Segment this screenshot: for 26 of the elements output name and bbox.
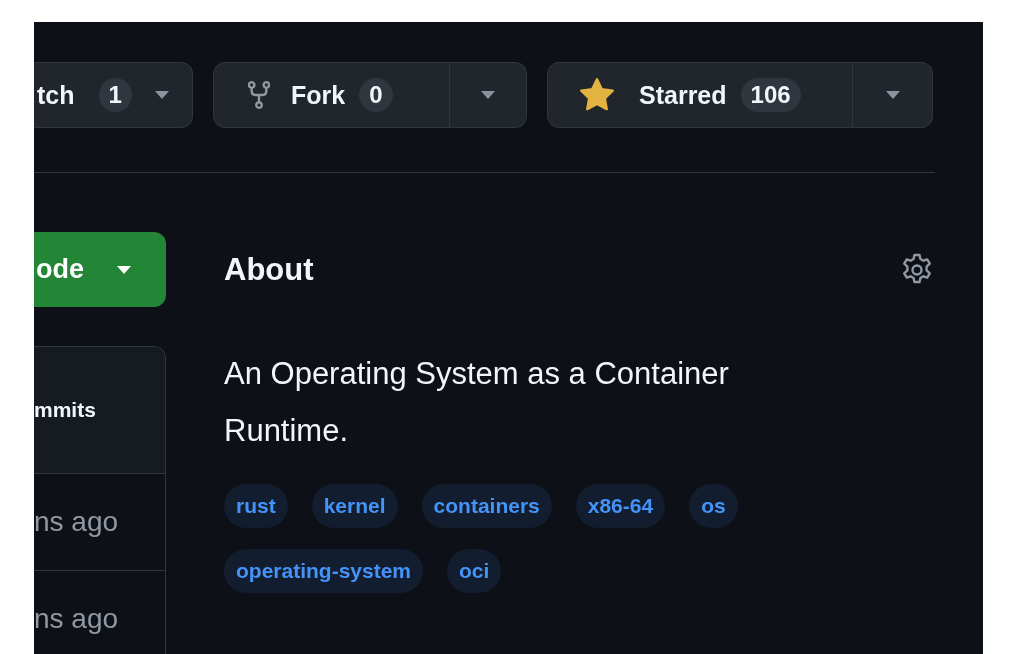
counter-badge: 1 bbox=[98, 78, 132, 112]
about-heading: About bbox=[224, 251, 314, 288]
commit-time: ns ago bbox=[34, 506, 119, 538]
commits-link[interactable]: mmits bbox=[34, 398, 96, 422]
counter-badge: 106 bbox=[740, 78, 801, 112]
caret-icon bbox=[884, 90, 901, 100]
commit-time: ns ago bbox=[34, 603, 119, 635]
star-button[interactable]: Starred 106 bbox=[547, 62, 853, 128]
watch-button[interactable]: tch 1 bbox=[34, 62, 193, 128]
caret-icon bbox=[153, 90, 170, 100]
caret-icon bbox=[480, 90, 496, 100]
code-button[interactable]: ode bbox=[34, 232, 166, 307]
dropdown-button[interactable] bbox=[853, 62, 933, 128]
topic-tag[interactable]: operating-system bbox=[224, 549, 424, 593]
topic-tag[interactable]: x86-64 bbox=[575, 484, 666, 528]
counter-badge: 0 bbox=[359, 78, 393, 112]
caret-icon bbox=[116, 264, 132, 275]
repo-description: An Operating System as a Container Runtime. bbox=[224, 355, 730, 450]
topic-tag[interactable]: rust bbox=[224, 484, 288, 528]
fork-icon bbox=[248, 80, 270, 110]
topic-tag[interactable]: oci bbox=[447, 549, 502, 593]
topic-tag[interactable]: os bbox=[689, 484, 738, 528]
topic-tag[interactable]: kernel bbox=[311, 484, 398, 528]
dropdown-button[interactable] bbox=[450, 62, 527, 128]
topic-tag[interactable]: containers bbox=[421, 484, 552, 528]
fork-button[interactable]: Fork 0 bbox=[213, 62, 450, 128]
